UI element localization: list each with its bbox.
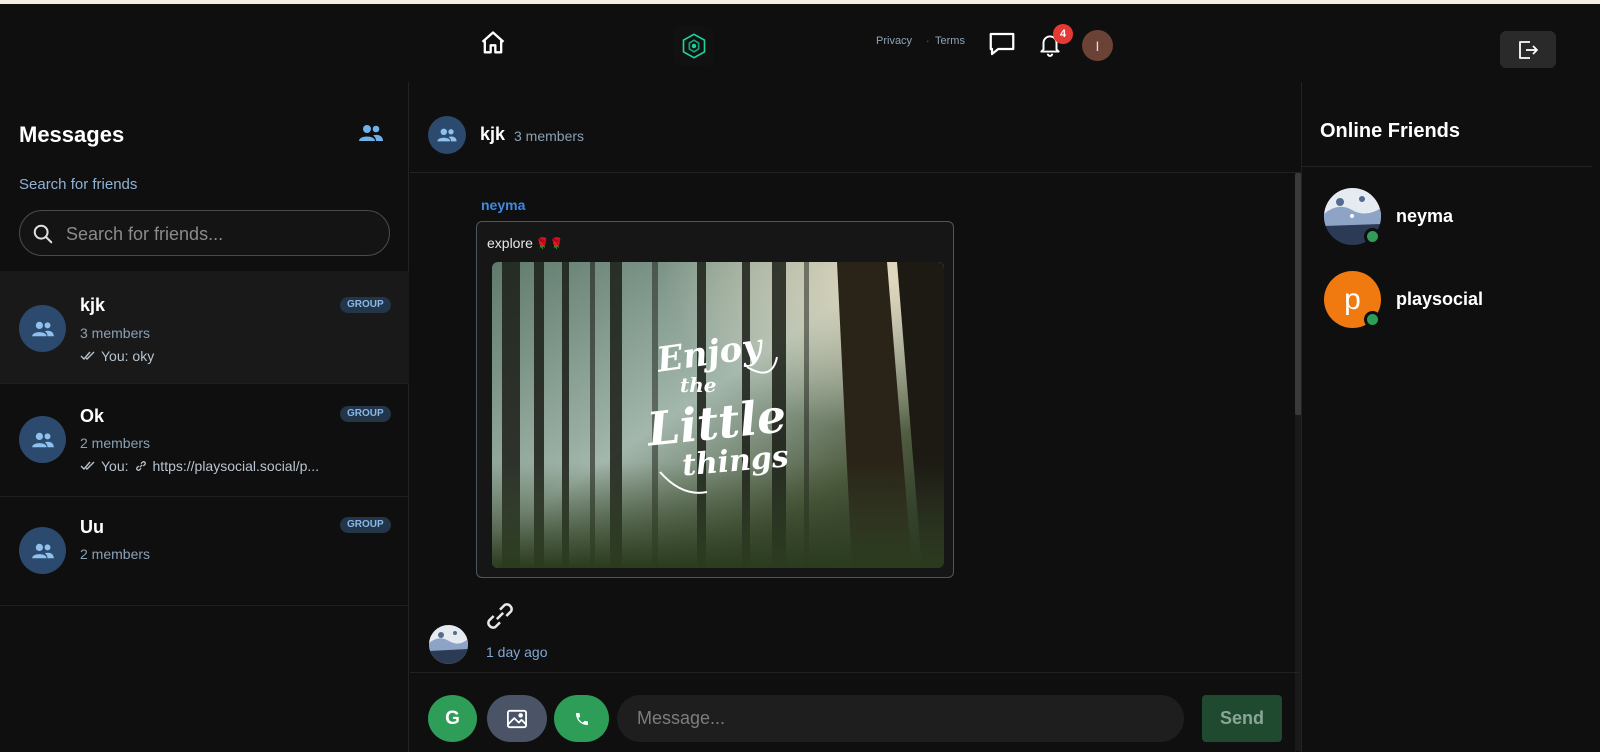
last-message-prefix: You:: [101, 458, 129, 474]
conversation-name: Ok: [80, 406, 105, 426]
group-icon: [437, 128, 457, 142]
chat-panel: kjk 3 members neyma explore 🌹🌹 Enjoy the…: [410, 82, 1303, 752]
search-icon: [32, 223, 54, 245]
online-friends-title: Online Friends: [1320, 120, 1461, 142]
message-bubble: explore 🌹🌹 Enjoy the Little things: [476, 221, 954, 578]
link-separator: ·: [926, 35, 930, 48]
chat-avatar: [428, 116, 466, 154]
notification-badge: 4: [1053, 24, 1073, 44]
user-avatar[interactable]: I: [1082, 30, 1113, 61]
chat-name: kjk: [480, 124, 506, 144]
group-avatar: [19, 416, 66, 463]
logo-icon[interactable]: [674, 26, 714, 66]
send-button[interactable]: Send: [1202, 695, 1282, 742]
online-friends-panel: Online Friends neyma p playsocial: [1301, 82, 1600, 752]
group-icon: [31, 321, 54, 336]
online-friend-neyma[interactable]: neyma: [1324, 188, 1584, 248]
image-button[interactable]: [487, 695, 547, 742]
double-check-icon: [80, 351, 95, 361]
top-navbar: Privacy · Terms 4 I: [0, 4, 1600, 82]
conversations-sidebar: Messages Search for friends kjk GROUP 3 …: [0, 82, 409, 752]
conversation-name: Uu: [80, 517, 104, 537]
group-tag: GROUP: [340, 406, 391, 422]
last-message-text: You: oky: [101, 348, 155, 364]
privacy-link[interactable]: Privacy: [876, 35, 912, 47]
group-avatar: [19, 305, 66, 352]
message-image[interactable]: Enjoy the Little things: [492, 262, 944, 568]
group-tag: GROUP: [340, 517, 391, 533]
link-icon: [135, 461, 146, 471]
message-input[interactable]: [617, 695, 1184, 742]
message-sender[interactable]: neyma: [481, 197, 525, 213]
message-caption: explore: [487, 235, 533, 251]
conversation-members: 2 members: [80, 546, 151, 562]
last-message: You: https://playsocial.social/p...: [80, 458, 319, 474]
online-indicator: [1364, 228, 1381, 245]
chat-icon[interactable]: [986, 28, 1018, 60]
last-message: You: oky: [80, 348, 154, 364]
conversation-item-ok[interactable]: Ok GROUP 2 members You: https://playsoci…: [0, 384, 409, 497]
message-emoji: 🌹🌹: [535, 237, 564, 250]
search-input[interactable]: [66, 219, 376, 249]
friends-icon[interactable]: [358, 122, 384, 144]
message-text: explore 🌹🌹: [487, 235, 563, 251]
conversation-item-uu[interactable]: Uu GROUP 2 members: [0, 497, 409, 606]
conversation-name: kjk: [80, 295, 106, 315]
message-time: 1 day ago: [486, 644, 548, 660]
conversation-members: 3 members: [80, 325, 151, 341]
online-friend-playsocial[interactable]: p playsocial: [1324, 271, 1584, 331]
conversation-members: 2 members: [80, 435, 151, 451]
double-check-icon: [80, 461, 95, 471]
image-text-2: the: [680, 373, 717, 397]
phone-icon: [575, 712, 588, 725]
online-indicator: [1364, 311, 1381, 328]
friend-name: playsocial: [1396, 289, 1484, 309]
group-icon: [31, 543, 54, 558]
message-composer: G Send: [410, 672, 1300, 752]
friend-name: neyma: [1396, 206, 1454, 226]
search-label: Search for friends: [19, 176, 138, 193]
call-button[interactable]: [554, 695, 609, 742]
terms-link[interactable]: Terms: [935, 35, 965, 47]
paperclip-icon[interactable]: [480, 596, 520, 636]
chat-header: kjk 3 members: [410, 82, 1300, 173]
group-tag: GROUP: [340, 297, 391, 313]
group-icon: [31, 432, 54, 447]
logout-icon: [1519, 40, 1538, 59]
logout-button[interactable]: [1500, 31, 1556, 68]
chat-members: 3 members: [514, 128, 585, 144]
image-icon: [507, 709, 527, 728]
conversation-item-kjk[interactable]: kjk GROUP 3 members You: oky: [0, 271, 409, 384]
gif-button[interactable]: G: [428, 695, 477, 742]
sidebar-title: Messages: [19, 122, 125, 147]
group-avatar: [19, 527, 66, 574]
last-message-link: https://playsocial.social/p...: [152, 458, 320, 474]
divider: [1302, 166, 1592, 167]
search-box: [19, 210, 390, 256]
sender-avatar[interactable]: [429, 625, 468, 664]
home-icon[interactable]: [478, 28, 508, 58]
